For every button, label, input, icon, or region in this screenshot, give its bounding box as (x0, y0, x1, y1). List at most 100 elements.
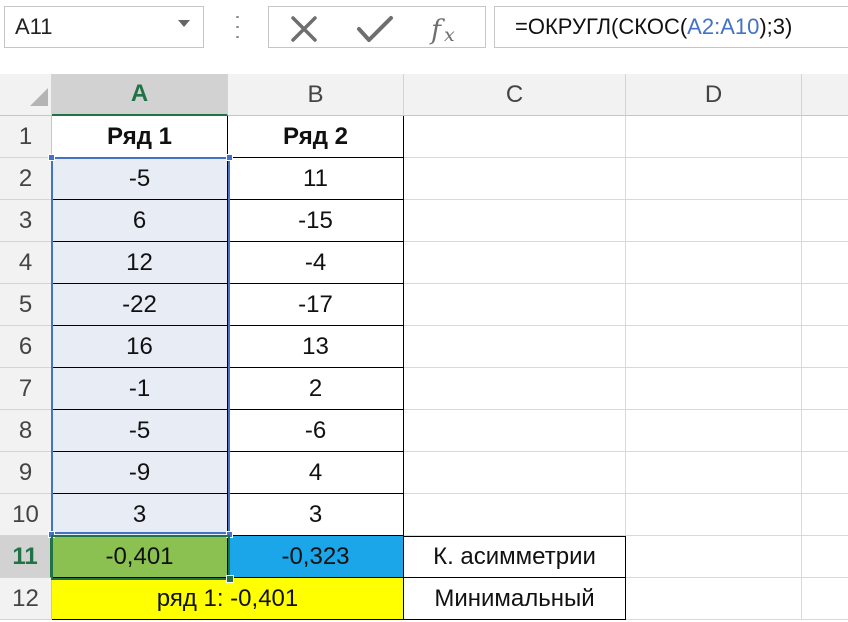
cell-e11[interactable] (802, 536, 848, 578)
cell-e7[interactable] (802, 368, 848, 410)
row-label: 8 (18, 416, 33, 444)
row-header[interactable]: 6 (0, 326, 52, 368)
name-box[interactable]: A11 (4, 6, 204, 48)
row-header[interactable]: 1 (0, 116, 52, 158)
range-handle[interactable] (48, 154, 55, 161)
cell-c9[interactable] (404, 452, 626, 494)
row-label: 3 (18, 206, 33, 234)
row-header[interactable]: 12 (0, 578, 52, 620)
cell-e1[interactable] (802, 116, 848, 158)
cell-value: 4 (308, 458, 323, 486)
cell-c3[interactable] (404, 200, 626, 242)
column-header-d[interactable]: D (626, 74, 802, 116)
enter-check-icon[interactable] (357, 16, 393, 42)
cell-c12[interactable]: Минимальный (404, 578, 626, 620)
cell-d8[interactable] (626, 410, 802, 452)
cell-value: 3 (308, 500, 323, 528)
cell-value: -17 (298, 290, 333, 318)
cell-d9[interactable] (626, 452, 802, 494)
column-label: B (307, 80, 324, 108)
cell-e9[interactable] (802, 452, 848, 494)
cancel-icon[interactable] (291, 16, 317, 42)
cell-d11[interactable] (626, 536, 802, 578)
column-header-a[interactable]: A (52, 74, 228, 116)
cell-e3[interactable] (802, 200, 848, 242)
column-label: C (505, 80, 524, 108)
row-label: 7 (18, 374, 33, 402)
cell-d5[interactable] (626, 284, 802, 326)
cell-value: Минимальный (434, 584, 595, 612)
cell-b9[interactable]: 4 (228, 452, 404, 494)
more-vertical-icon[interactable] (229, 12, 245, 42)
cell-e10[interactable] (802, 494, 848, 536)
row-header[interactable]: 4 (0, 242, 52, 284)
cell-b10[interactable]: 3 (228, 494, 404, 536)
cell-d3[interactable] (626, 200, 802, 242)
cell-e12[interactable] (802, 578, 848, 620)
cell-c1[interactable] (404, 116, 626, 158)
row-label: 1 (18, 122, 33, 150)
svg-text:f: f (429, 15, 445, 46)
row-header-active[interactable]: 11 (0, 536, 52, 578)
cell-value: -6 (304, 416, 327, 444)
cell-e4[interactable] (802, 242, 848, 284)
column-header-c[interactable]: C (404, 74, 626, 116)
cell-e6[interactable] (802, 326, 848, 368)
cell-value: Ряд 2 (283, 122, 348, 150)
cell-b8[interactable]: -6 (228, 410, 404, 452)
cell-c7[interactable] (404, 368, 626, 410)
cell-e5[interactable] (802, 284, 848, 326)
cell-b3[interactable]: -15 (228, 200, 404, 242)
formula-input[interactable]: =ОКРУГЛ(СКОС(A2:A10);3) (494, 6, 848, 48)
cell-value: 2 (308, 374, 323, 402)
fill-handle[interactable] (226, 575, 234, 583)
chevron-down-icon[interactable] (178, 20, 190, 27)
row-header[interactable]: 3 (0, 200, 52, 242)
cell-b1[interactable]: Ряд 2 (228, 116, 404, 158)
row-label: 6 (18, 332, 33, 360)
row-label: 10 (12, 500, 39, 528)
cell-value: Ряд 1 (107, 122, 172, 150)
cell-d6[interactable] (626, 326, 802, 368)
row-label: 9 (18, 458, 33, 486)
cell-b4[interactable]: -4 (228, 242, 404, 284)
cell-c5[interactable] (404, 284, 626, 326)
row-header[interactable]: 9 (0, 452, 52, 494)
row-header[interactable]: 2 (0, 158, 52, 200)
row-label: 4 (18, 248, 33, 276)
cell-d10[interactable] (626, 494, 802, 536)
cell-b2[interactable]: 11 (228, 158, 404, 200)
cell-c10[interactable] (404, 494, 626, 536)
cell-d1[interactable] (626, 116, 802, 158)
column-header-e[interactable] (802, 74, 848, 116)
cell-c6[interactable] (404, 326, 626, 368)
row-header[interactable]: 10 (0, 494, 52, 536)
row-header[interactable]: 5 (0, 284, 52, 326)
name-box-value: A11 (15, 14, 53, 39)
cell-b6[interactable]: 13 (228, 326, 404, 368)
cell-e2[interactable] (802, 158, 848, 200)
formula-suffix: );3) (759, 14, 793, 39)
cell-d4[interactable] (626, 242, 802, 284)
cell-d12[interactable] (626, 578, 802, 620)
cell-b11[interactable]: -0,323 (228, 536, 404, 578)
cell-b5[interactable]: -17 (228, 284, 404, 326)
cell-c4[interactable] (404, 242, 626, 284)
cell-c8[interactable] (404, 410, 626, 452)
row-header[interactable]: 7 (0, 368, 52, 410)
cell-b7[interactable]: 2 (228, 368, 404, 410)
column-header-b[interactable]: B (228, 74, 404, 116)
cell-d2[interactable] (626, 158, 802, 200)
cell-a1[interactable]: Ряд 1 (52, 116, 228, 158)
range-handle[interactable] (226, 154, 233, 161)
cell-d7[interactable] (626, 368, 802, 410)
row-label: 5 (18, 290, 33, 318)
formula-range-ref: A2:A10 (687, 14, 760, 39)
insert-function-icon[interactable]: f x (429, 15, 455, 46)
row-header[interactable]: 8 (0, 410, 52, 452)
cell-e8[interactable] (802, 410, 848, 452)
cell-c11[interactable]: К. асимметрии (404, 536, 626, 578)
cell-a12-merged[interactable]: ряд 1: -0,401 (52, 578, 404, 620)
column-label: D (704, 80, 723, 108)
cell-c2[interactable] (404, 158, 626, 200)
